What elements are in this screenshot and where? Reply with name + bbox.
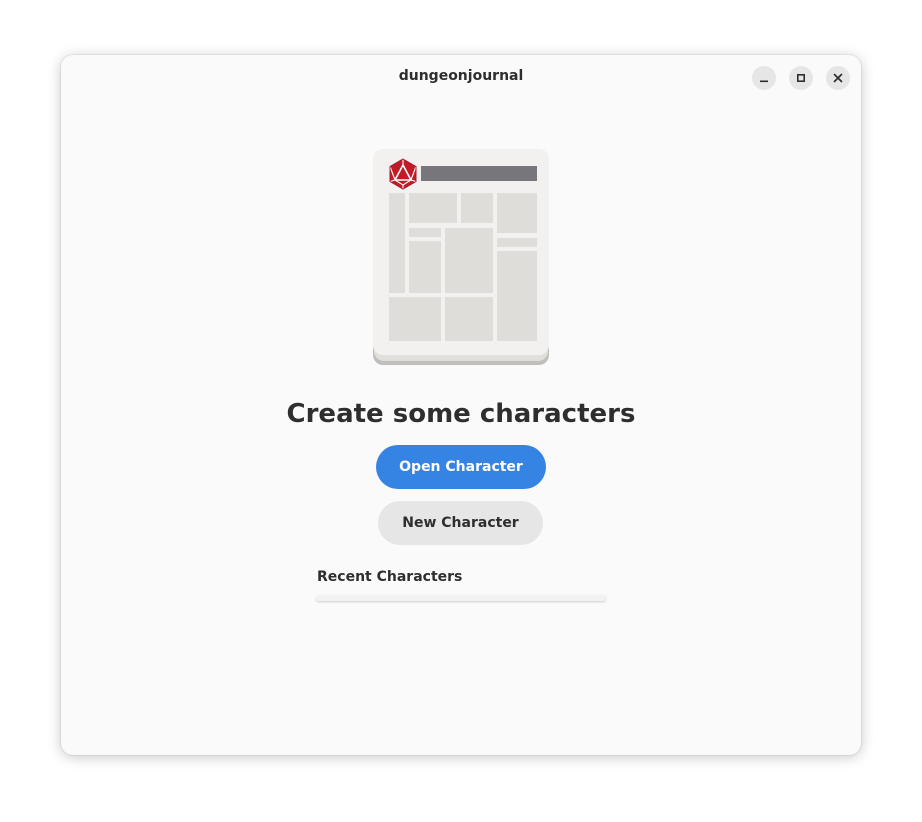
new-character-button[interactable]: New Character [378,501,543,545]
character-sheet-illustration [373,149,549,365]
maximize-button[interactable] [789,66,813,90]
recent-characters-list [316,595,606,601]
window-title: dungeonjournal [398,68,524,84]
maximize-icon [796,73,806,83]
minimize-icon [760,80,768,83]
open-character-button[interactable]: Open Character [376,445,546,489]
close-button[interactable] [826,66,850,90]
close-icon [833,73,843,83]
minimize-button[interactable] [752,66,776,90]
recent-characters-label: Recent Characters [317,569,463,585]
header-bar[interactable]: dungeonjournal [61,55,861,101]
app-window: dungeonjournal Create some characters Op… [61,55,861,755]
page-heading: Create some characters [286,399,636,429]
